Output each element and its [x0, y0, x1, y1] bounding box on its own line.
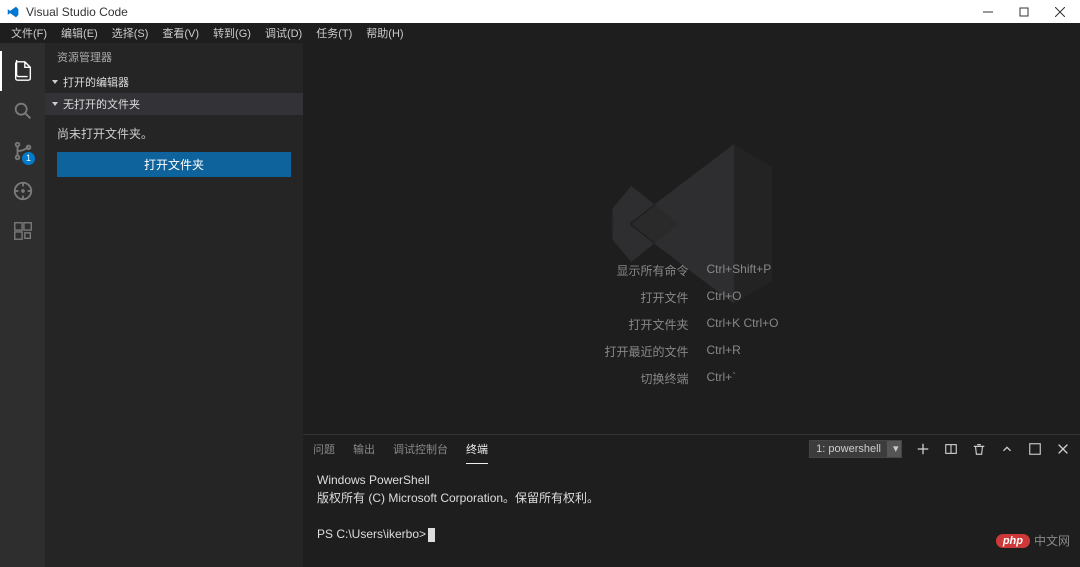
panel-tab-debugconsole[interactable]: 调试控制台 [393, 435, 448, 464]
menu-view[interactable]: 查看(V) [155, 23, 206, 43]
maximize-button[interactable] [1006, 1, 1042, 23]
no-folder-label: 无打开的文件夹 [63, 96, 140, 112]
app-title: Visual Studio Code [26, 5, 128, 19]
activity-search[interactable] [0, 91, 45, 131]
chevron-down-icon [52, 80, 58, 84]
menu-debug[interactable]: 调试(D) [258, 23, 309, 43]
maximize-panel-icon[interactable] [1028, 442, 1042, 456]
cmd-label: 打开文件夹 [604, 316, 688, 333]
window-controls [970, 1, 1078, 23]
menu-goto[interactable]: 转到(G) [206, 23, 258, 43]
menu-tasks[interactable]: 任务(T) [309, 23, 359, 43]
activity-bar: 1 [0, 43, 45, 567]
terminal-line: 版权所有 (C) Microsoft Corporation。保留所有权利。 [317, 489, 1066, 507]
activity-explorer[interactable] [0, 51, 45, 91]
title-bar: Visual Studio Code [0, 0, 1080, 23]
php-logo-icon: php [996, 534, 1030, 548]
open-folder-button[interactable]: 打开文件夹 [57, 152, 291, 177]
close-button[interactable] [1042, 1, 1078, 23]
activity-source-control[interactable]: 1 [0, 131, 45, 171]
panel-controls: 1: powershell ▾ [809, 440, 1070, 458]
terminal-line: Windows PowerShell [317, 471, 1066, 489]
trash-icon[interactable] [972, 442, 986, 456]
cmd-shortcut: Ctrl+K Ctrl+O [707, 316, 779, 333]
cmd-label: 打开文件 [604, 289, 688, 306]
cmd-label: 切换终端 [604, 370, 688, 387]
panel-tab-problems[interactable]: 问题 [313, 435, 335, 464]
cmd-shortcut: Ctrl+O [707, 289, 779, 306]
php-cn-watermark: php 中文网 [996, 532, 1070, 549]
panel-tab-terminal[interactable]: 终端 [466, 435, 488, 464]
cmd-label: 打开最近的文件 [604, 343, 688, 360]
open-editors-label: 打开的编辑器 [63, 74, 129, 90]
app-icon [6, 5, 20, 19]
chevron-up-icon[interactable] [1000, 442, 1014, 456]
source-control-badge: 1 [22, 152, 35, 165]
php-text: 中文网 [1034, 532, 1070, 549]
terminal-selector-value: 1: powershell [810, 443, 887, 455]
menu-edit[interactable]: 编辑(E) [54, 23, 105, 43]
sidebar-open-editors[interactable]: 打开的编辑器 [45, 71, 303, 93]
cmd-label: 显示所有命令 [604, 262, 688, 279]
sidebar: 资源管理器 打开的编辑器 无打开的文件夹 尚未打开文件夹。 打开文件夹 [45, 43, 303, 567]
no-folder-message: 尚未打开文件夹。 [57, 125, 291, 142]
title-bar-left: Visual Studio Code [6, 5, 128, 19]
panel: 问题 输出 调试控制台 终端 1: powershell ▾ [303, 434, 1080, 567]
panel-tabs: 问题 输出 调试控制台 终端 1: powershell ▾ [303, 435, 1080, 463]
terminal-prompt: PS C:\Users\ikerbo> [317, 527, 435, 541]
menu-selection[interactable]: 选择(S) [105, 23, 156, 43]
cmd-shortcut: Ctrl+Shift+P [707, 262, 779, 279]
welcome-screen: 显示所有命令 Ctrl+Shift+P 打开文件 Ctrl+O 打开文件夹 Ct… [303, 43, 1080, 434]
sidebar-body: 尚未打开文件夹。 打开文件夹 [45, 115, 303, 189]
cmd-shortcut: Ctrl+` [707, 370, 779, 387]
sidebar-no-folder[interactable]: 无打开的文件夹 [45, 93, 303, 115]
menu-bar: 文件(F) 编辑(E) 选择(S) 查看(V) 转到(G) 调试(D) 任务(T… [0, 23, 1080, 43]
chevron-down-icon[interactable]: ▾ [887, 441, 901, 457]
terminal-selector[interactable]: 1: powershell ▾ [809, 440, 902, 458]
command-list: 显示所有命令 Ctrl+Shift+P 打开文件 Ctrl+O 打开文件夹 Ct… [604, 262, 778, 387]
minimize-button[interactable] [970, 1, 1006, 23]
activity-debug[interactable] [0, 171, 45, 211]
terminal-body[interactable]: Windows PowerShell 版权所有 (C) Microsoft Co… [303, 463, 1080, 567]
split-terminal-icon[interactable] [944, 442, 958, 456]
new-terminal-icon[interactable] [916, 442, 930, 456]
cmd-shortcut: Ctrl+R [707, 343, 779, 360]
panel-tab-output[interactable]: 输出 [353, 435, 375, 464]
editor-area: 显示所有命令 Ctrl+Shift+P 打开文件 Ctrl+O 打开文件夹 Ct… [303, 43, 1080, 567]
chevron-down-icon [52, 102, 58, 106]
menu-help[interactable]: 帮助(H) [359, 23, 410, 43]
menu-file[interactable]: 文件(F) [4, 23, 54, 43]
activity-extensions[interactable] [0, 211, 45, 251]
close-panel-icon[interactable] [1056, 442, 1070, 456]
sidebar-title: 资源管理器 [45, 43, 303, 71]
